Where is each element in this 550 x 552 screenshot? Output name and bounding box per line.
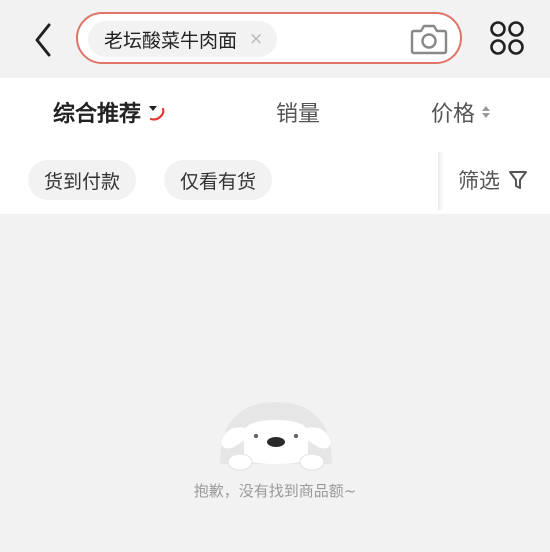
empty-state-illustration (214, 398, 338, 474)
tab-label: 销量 (276, 102, 321, 127)
empty-state-message: 抱歉，没有找到商品额~ (193, 482, 357, 500)
back-arrow-icon (35, 23, 51, 57)
camera-icon (410, 24, 448, 55)
chip-label: 货到付款 (44, 170, 121, 193)
top-header: 老坛酸菜牛肉面 × (0, 0, 550, 78)
clear-query-icon[interactable]: × (249, 30, 263, 48)
tab-label: 综合推荐 (53, 102, 142, 127)
filter-chip-in-stock[interactable]: 仅看有货 (164, 160, 273, 200)
tab-sales[interactable]: 销量 (276, 94, 320, 130)
funnel-icon (509, 171, 527, 189)
dropdown-spinner-icon (149, 106, 165, 121)
sort-arrow-icon (482, 106, 491, 118)
filter-button[interactable]: 筛选 (458, 160, 528, 200)
empty-dog-icon (220, 402, 332, 471)
search-box[interactable]: 老坛酸菜牛肉面 × (76, 12, 462, 64)
search-query-chip[interactable]: 老坛酸菜牛肉面 × (88, 21, 278, 57)
chip-label: 仅看有货 (180, 170, 257, 193)
tab-price[interactable]: 价格 (431, 94, 491, 130)
filter-label: 筛选 (458, 169, 500, 193)
back-button[interactable] (28, 20, 58, 60)
camera-search-button[interactable] (408, 20, 450, 58)
tab-combined-recommend[interactable]: 综合推荐 (53, 94, 167, 130)
filter-panel: 综合推荐 销量 价格 货到付款 仅看有货 筛选 (0, 78, 550, 214)
filter-divider (438, 152, 444, 210)
grid-menu-icon (490, 21, 524, 55)
more-menu-button[interactable] (488, 19, 526, 57)
tab-label: 价格 (431, 102, 476, 127)
search-query-text: 老坛酸菜牛肉面 (104, 29, 238, 52)
filter-chip-cod[interactable]: 货到付款 (28, 160, 137, 200)
